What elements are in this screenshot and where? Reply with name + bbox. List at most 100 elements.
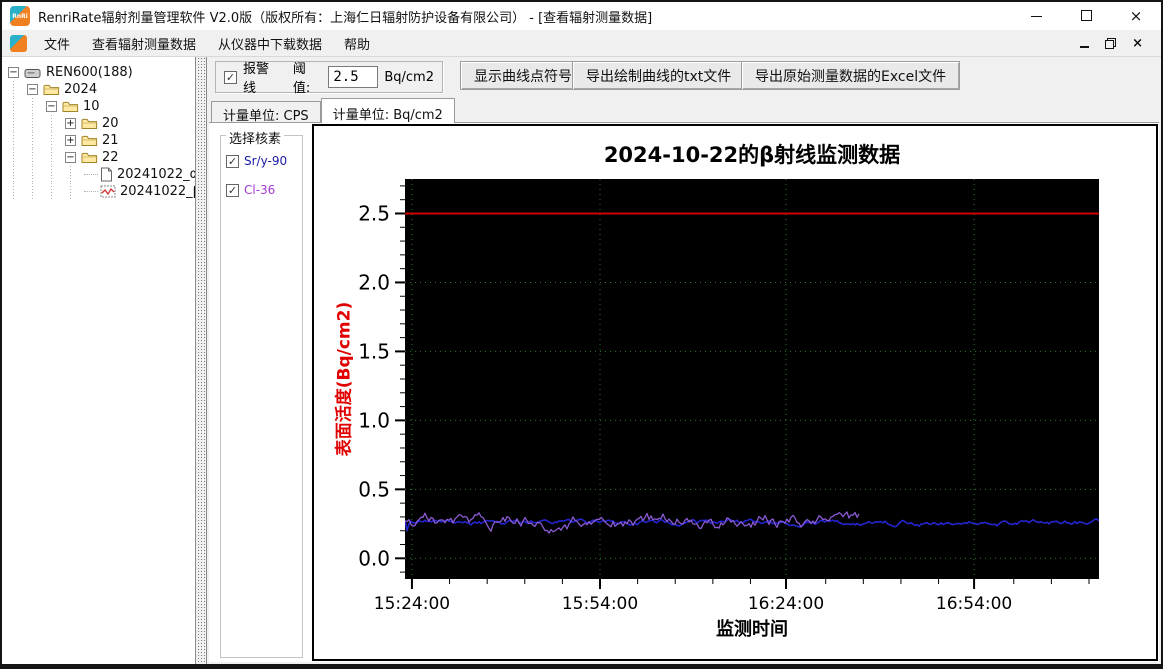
chart-panel: 0.0 0.5 1.0 1.5 2.0 2.5 15:24:00 15:54:00 16:24:… (312, 124, 1158, 661)
collapse-icon[interactable]: − (46, 101, 57, 112)
tree-indent-guide (46, 132, 65, 149)
tree-indent-guide (8, 98, 27, 115)
tree-indent-guide (27, 115, 46, 132)
tree-view: − REN600(188) −2024−10 +20 +21−22 20241022_α 2… (2, 57, 196, 664)
collapse-icon[interactable]: − (8, 67, 19, 78)
tree-item-label: 22 (102, 150, 119, 165)
child-minimize-button[interactable] (1080, 45, 1090, 48)
threshold-input[interactable] (328, 66, 379, 88)
tab-page: 选择核素 Sr/y-90 Cl-36 0.0 0.5 1.0 1.5 2.0 2.5 15:… (209, 122, 1159, 662)
tree-indent-guide (27, 183, 46, 200)
nuclide-group-title: 选择核素 (226, 128, 285, 147)
tab-unit-cps[interactable]: 计量单位: CPS (211, 101, 321, 124)
tree-item-label: 20241022_β (120, 184, 196, 199)
tree-item-21[interactable]: +21 (8, 132, 193, 149)
menu-view-measurement-data[interactable]: 查看辐射测量数据 (81, 30, 207, 57)
folder-icon (81, 117, 98, 130)
collapse-icon[interactable]: − (65, 152, 76, 163)
nuclide-checkbox-sr-y-90[interactable] (226, 154, 239, 168)
svg-text:2.5: 2.5 (358, 201, 390, 225)
tree-indent-guide (27, 132, 46, 149)
child-close-button[interactable]: × (1132, 37, 1143, 50)
svg-text:16:24:00: 16:24:00 (748, 594, 824, 614)
chart-icon (100, 185, 116, 198)
tree-item-label: 2024 (64, 82, 98, 97)
tree-indent-guide (8, 81, 27, 98)
collapse-icon[interactable]: − (27, 84, 38, 95)
tree-indent-guide (46, 115, 65, 132)
tree-item-20241022_β[interactable]: 20241022_β (8, 183, 196, 200)
app-window: RnRi RenriRate辐射剂量管理软件 V2.0版（版权所有：上海仁日辐射… (0, 0, 1163, 669)
tree-item-2024[interactable]: − 2024 (8, 81, 193, 98)
alarm-line-checkbox[interactable] (224, 70, 237, 84)
expand-icon[interactable]: + (65, 118, 76, 129)
tree-item-label: REN600(188) (46, 65, 133, 80)
svg-text:1.0: 1.0 (358, 408, 390, 432)
svg-text:15:54:00: 15:54:00 (562, 594, 638, 614)
export-txt-button[interactable]: 导出绘制曲线的txt文件 (572, 61, 746, 90)
window-title: RenriRate辐射剂量管理软件 V2.0版（版权所有：上海仁日辐射防护设备有… (38, 10, 653, 26)
nuclide-row-sr-y-90[interactable]: Sr/y-90 (226, 154, 302, 168)
svg-text:16:54:00: 16:54:00 (936, 594, 1012, 614)
maximize-icon (1080, 10, 1092, 21)
panel-splitter[interactable] (197, 57, 207, 664)
nuclide-checkbox-cl-36[interactable] (226, 183, 239, 197)
unit-tab-strip: 计量单位: CPS 计量单位: Bq/cm2 (211, 97, 1159, 124)
nuclide-label-sr-y-90: Sr/y-90 (244, 154, 288, 168)
workspace: − REN600(188) −2024−10 +20 +21−22 20241022_α 2… (2, 57, 1161, 664)
document-app-icon (10, 34, 27, 52)
tree-indent-guide (46, 183, 65, 200)
show-curve-points-button[interactable]: 显示曲线点符号 (460, 61, 586, 90)
folder-icon (81, 134, 98, 147)
tree-connector (84, 191, 98, 192)
tree-indent-guide (8, 132, 27, 149)
tree-indent-guide (8, 183, 27, 200)
tree-indent-guide (27, 149, 46, 166)
maximize-button[interactable] (1075, 6, 1097, 26)
close-button[interactable]: × (1125, 6, 1147, 26)
tree-item-20[interactable]: +20 (8, 115, 193, 132)
tree-item-label: 21 (102, 133, 119, 148)
title-bar: RnRi RenriRate辐射剂量管理软件 V2.0版（版权所有：上海仁日辐射… (2, 2, 1161, 30)
expand-icon[interactable]: + (65, 135, 76, 146)
tree-indent-guide (46, 149, 65, 166)
tree-connector (84, 174, 98, 175)
tree-item-20241022_α[interactable]: 20241022_α (8, 166, 196, 183)
export-excel-button[interactable]: 导出原始测量数据的Excel文件 (741, 61, 961, 90)
right-panel: 报警线 阈值: Bq/cm2 显示曲线点符号 导出绘制曲线的txt文件 导出原始… (207, 57, 1161, 664)
menu-download-from-instrument[interactable]: 从仪器中下载数据 (207, 30, 333, 57)
tree-item-label: 20241022_α (117, 167, 196, 182)
plot-area: 0.0 0.5 1.0 1.5 2.0 2.5 15:24:00 15:54:00 16:24:… (358, 179, 1099, 614)
menu-help[interactable]: 帮助 (333, 30, 381, 57)
nuclide-row-cl-36[interactable]: Cl-36 (226, 183, 302, 197)
menu-file[interactable]: 文件 (33, 30, 81, 57)
folder-icon (43, 83, 60, 96)
device-icon (24, 66, 42, 80)
tree-indent-guide (8, 149, 27, 166)
tab-unit-bqcm2[interactable]: 计量单位: Bq/cm2 (320, 98, 455, 123)
minimize-button[interactable] (1025, 6, 1047, 26)
tree-item-label: 10 (83, 99, 100, 114)
tree-indent-guide (46, 166, 65, 183)
folder-icon (62, 100, 79, 113)
child-restore-button[interactable] (1105, 37, 1117, 49)
threshold-label: 阈值: (292, 62, 311, 96)
alarm-line-group: 报警线 阈值: Bq/cm2 (215, 61, 443, 96)
menu-bar: 文件 查看辐射测量数据 从仪器中下载数据 帮助 × (2, 30, 1161, 57)
tree-item-REN600(188)[interactable]: − REN600(188) (8, 64, 193, 81)
svg-text:1.5: 1.5 (358, 339, 390, 363)
x-axis-label: 监测时间 (716, 619, 788, 640)
tree-indent-guide (8, 115, 27, 132)
nuclide-label-cl-36: Cl-36 (244, 183, 276, 197)
threshold-unit-label: Bq/cm2 (384, 69, 434, 85)
tree-indent-guide (27, 98, 46, 115)
tree-indent-guide (8, 166, 27, 183)
tree-item-10[interactable]: − 10 (8, 98, 193, 115)
tree-indent-guide (65, 183, 84, 200)
tree-indent-guide (27, 166, 46, 183)
y-axis-label: 表面活度(Bq/cm2) (334, 301, 355, 457)
chart-title: 2024-10-22的β射线监测数据 (603, 143, 901, 167)
app-logo-icon: RnRi (10, 6, 30, 26)
tree-item-22[interactable]: − 22 (8, 149, 193, 166)
svg-text:15:24:00: 15:24:00 (374, 594, 450, 614)
